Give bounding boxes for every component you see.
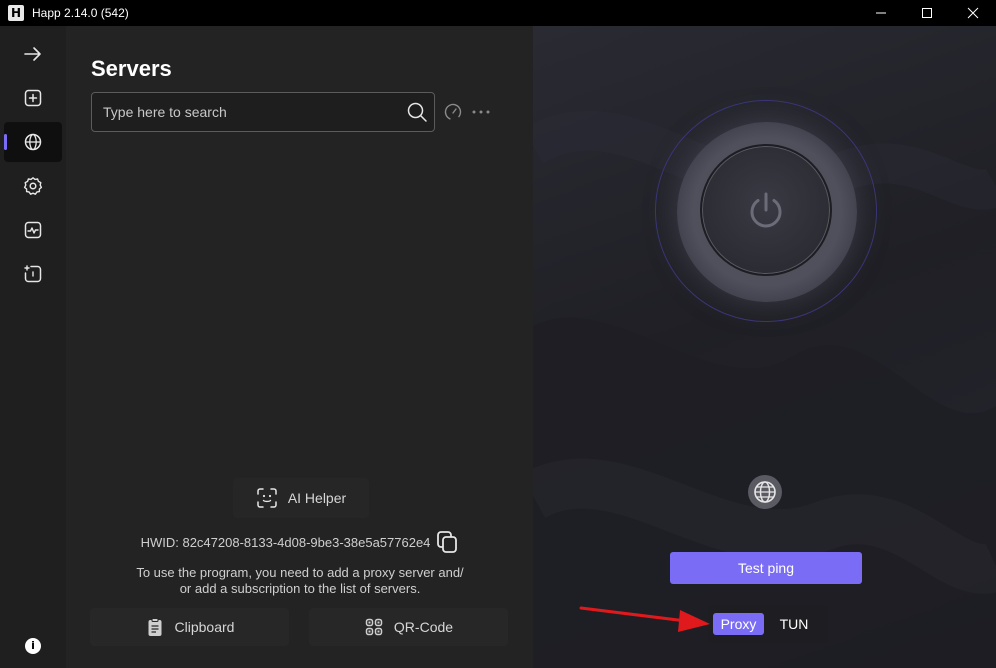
- search-input[interactable]: [92, 93, 392, 131]
- ai-helper-label: AI Helper: [287, 490, 347, 506]
- arrow-right-icon: [24, 47, 41, 61]
- add-square-icon: [24, 89, 42, 107]
- empty-state-hint: To use the program, you need to add a pr…: [106, 565, 494, 597]
- sidebar-item-servers[interactable]: [4, 122, 62, 162]
- page-title: Servers: [91, 56, 172, 81]
- clipboard-button[interactable]: Clipboard: [90, 608, 289, 646]
- sidebar-item-settings[interactable]: [4, 166, 62, 206]
- location-globe-button[interactable]: [748, 475, 782, 509]
- info-button[interactable]: i: [25, 638, 41, 654]
- close-icon: [967, 7, 979, 19]
- mode-toggle: Proxy TUN: [708, 605, 828, 643]
- more-options-icon[interactable]: [470, 102, 492, 122]
- servers-panel: Servers AI Helper HWID: 82c47208-8133-4d…: [66, 26, 533, 668]
- sidebar-item-connect[interactable]: [4, 34, 62, 74]
- search-icon[interactable]: [406, 101, 428, 123]
- power-button[interactable]: [700, 144, 832, 276]
- globe-icon: [24, 133, 42, 151]
- ai-helper-button[interactable]: AI Helper: [233, 478, 369, 518]
- mode-proxy-button[interactable]: Proxy: [713, 613, 764, 635]
- mode-tun-button[interactable]: TUN: [770, 613, 818, 635]
- window-controls: [858, 0, 996, 26]
- close-button[interactable]: [950, 0, 996, 26]
- globe-icon: [754, 481, 776, 503]
- minimize-button[interactable]: [858, 0, 904, 26]
- activity-monitor-icon: [24, 221, 42, 239]
- hwid-row: HWID: 82c47208-8133-4d08-9be3-38e5a57762…: [66, 530, 533, 554]
- qr-code-label: QR-Code: [393, 619, 454, 635]
- hint-line-1: To use the program, you need to add a pr…: [136, 565, 464, 580]
- search-box: [91, 92, 435, 132]
- connection-area: Test ping Proxy TUN: [533, 26, 996, 668]
- clipboard-label: Clipboard: [174, 619, 235, 635]
- ai-face-icon: [257, 488, 277, 508]
- hwid-text: HWID: 82c47208-8133-4d08-9be3-38e5a57762…: [140, 534, 431, 550]
- qr-code-icon: [365, 618, 383, 636]
- test-ping-button[interactable]: Test ping: [670, 552, 862, 584]
- clipboard-icon: [148, 618, 162, 636]
- copy-icon[interactable]: [436, 530, 458, 554]
- gear-icon: [23, 177, 43, 195]
- hint-line-2: or add a subscription to the list of ser…: [179, 581, 421, 596]
- window-title: Happ 2.14.0 (542): [32, 6, 129, 20]
- power-icon: [750, 192, 782, 228]
- split-tunnel-icon: [24, 265, 42, 283]
- app-logo: H: [8, 5, 24, 21]
- minimize-icon: [876, 12, 886, 14]
- sidebar-item-add[interactable]: [4, 78, 62, 118]
- sidebar-item-monitor[interactable]: [4, 210, 62, 250]
- qr-code-button[interactable]: QR-Code: [309, 608, 508, 646]
- maximize-button[interactable]: [904, 0, 950, 26]
- annotation-arrow-icon: [579, 606, 710, 632]
- title-bar: H Happ 2.14.0 (542): [0, 0, 996, 26]
- sidebar-item-split-tunnel[interactable]: [4, 254, 62, 294]
- sidebar: i: [0, 26, 66, 668]
- speedometer-icon[interactable]: [443, 102, 463, 122]
- maximize-icon: [922, 8, 932, 18]
